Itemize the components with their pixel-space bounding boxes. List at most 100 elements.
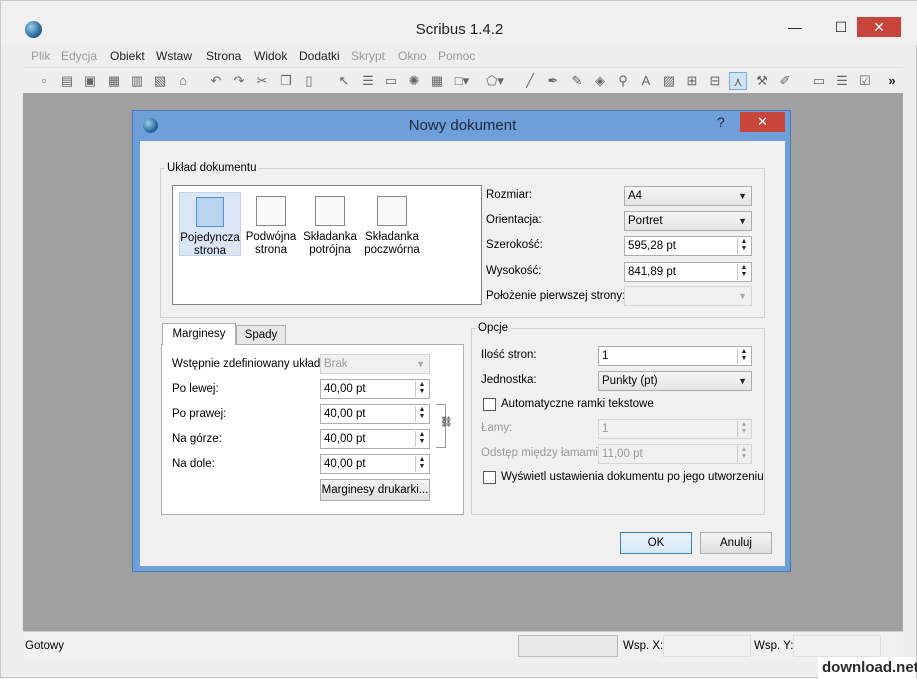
close-doc-icon[interactable]: ▦ xyxy=(105,72,123,90)
gap-spinbox[interactable]: 11,00 pt ▲ ▼ xyxy=(598,444,752,464)
spin-arrows-icon[interactable]: ▲ ▼ xyxy=(737,446,750,462)
spin-arrows-icon[interactable]: ▲ ▼ xyxy=(737,264,750,280)
undo-icon[interactable]: ↶ xyxy=(207,72,225,90)
chain-icon[interactable]: ⛓ xyxy=(440,417,453,428)
maximize-button[interactable]: ☐ xyxy=(827,17,855,37)
width-label: Szerokość: xyxy=(486,239,543,251)
dialog-help-button[interactable]: ? xyxy=(717,114,725,130)
toolbar: ▫ ▤ ▣ ▦ ▥ ▧ ⌂ ↶ ↷ ✂ ❐ ▯ ↖ ☰ ▭ ✺ ▦ □▾ ⬠▾ … xyxy=(23,67,903,93)
spin-arrows-icon[interactable]: ▲ ▼ xyxy=(415,456,428,472)
spin-arrows-icon[interactable]: ▲ ▼ xyxy=(415,406,428,422)
menu-pomoc[interactable]: Pomoc xyxy=(438,49,475,63)
layout-3-fold[interactable]: Składanka potrójna xyxy=(299,196,361,257)
pdf-icon[interactable]: ⌂ xyxy=(174,72,192,90)
margin-right-spinbox[interactable]: 40,00 pt ▲ ▼ xyxy=(320,404,430,424)
ok-button[interactable]: OK xyxy=(620,532,692,554)
copy-properties-icon[interactable]: ⚒ xyxy=(753,72,771,90)
menu-wstaw[interactable]: Wstaw xyxy=(156,49,192,63)
spin-arrows-icon[interactable]: ▲ ▼ xyxy=(415,431,428,447)
rotate-icon[interactable]: ◈ xyxy=(591,72,609,90)
menu-edycja[interactable]: Edycja xyxy=(61,49,97,63)
new-document-icon[interactable]: ▫ xyxy=(35,72,53,90)
unit-select[interactable]: Punkty (pt) ▼ xyxy=(598,371,752,391)
status-bar: Gotowy Wsp. X: Wsp. Y: xyxy=(23,631,903,661)
show-settings-checkbox[interactable] xyxy=(483,471,496,484)
menu-dodatki[interactable]: Dodatki xyxy=(299,49,340,63)
close-button[interactable]: ✕ xyxy=(857,17,901,37)
layout-facing-pages[interactable]: Podwójna strona xyxy=(240,196,302,257)
bezier-icon[interactable]: ✒ xyxy=(544,72,562,90)
coord-y-field xyxy=(793,635,881,657)
menu-skrypt[interactable]: Skrypt xyxy=(351,49,385,63)
columns-label: Łamy: xyxy=(481,422,513,434)
text-frame-icon[interactable]: ☰ xyxy=(359,72,377,90)
story-editor-icon[interactable]: ▨ xyxy=(660,72,678,90)
menu-plik[interactable]: Plik xyxy=(31,49,50,63)
menu-bar: Plik Edycja Obiekt Wstaw Strona Widok Do… xyxy=(23,45,903,67)
pdf-text-field-icon[interactable]: ☰ xyxy=(833,72,851,90)
menu-strona[interactable]: Strona xyxy=(206,49,241,63)
spin-arrows-icon[interactable]: ▲ ▼ xyxy=(737,238,750,254)
eyedropper-icon[interactable]: ✐ xyxy=(776,72,794,90)
margin-bottom-spinbox[interactable]: 40,00 pt ▲ ▼ xyxy=(320,454,430,474)
layout-4-fold[interactable]: Składanka poczwórna xyxy=(361,196,423,257)
width-spinbox[interactable]: 595,28 pt ▲ ▼ xyxy=(624,236,752,256)
dialog-body: Układ dokumentu Pojedyncza strona Podwój… xyxy=(140,141,785,566)
table-icon[interactable]: ▦ xyxy=(428,72,446,90)
line-icon[interactable]: ╱ xyxy=(521,72,539,90)
columns-spinbox[interactable]: 1 ▲ ▼ xyxy=(598,419,752,439)
save-icon[interactable]: ▣ xyxy=(81,72,99,90)
window-title: Scribus 1.4.2 xyxy=(415,21,504,38)
margin-top-spinbox[interactable]: 40,00 pt ▲ ▼ xyxy=(320,429,430,449)
preset-select[interactable]: Brak ▼ xyxy=(320,354,430,374)
paste-icon[interactable]: ▯ xyxy=(300,72,318,90)
spin-arrows-icon[interactable]: ▲ ▼ xyxy=(415,381,428,397)
zoom-field[interactable] xyxy=(518,635,618,657)
cut-icon[interactable]: ✂ xyxy=(253,72,271,90)
dialog-title: Nowy dokument xyxy=(408,117,517,134)
pages-spinbox[interactable]: 1 ▲ ▼ xyxy=(598,346,752,366)
tab-marginesy[interactable]: Marginesy xyxy=(162,323,236,345)
render-frame-icon[interactable]: ✺ xyxy=(405,72,423,90)
margin-left-spinbox[interactable]: 40,00 pt ▲ ▼ xyxy=(320,379,430,399)
menu-obiekt[interactable]: Obiekt xyxy=(110,49,145,63)
first-page-select[interactable]: ▼ xyxy=(624,286,752,306)
dialog-close-button[interactable]: ✕ xyxy=(740,112,785,132)
four-fold-icon xyxy=(377,196,407,226)
print-icon[interactable]: ▥ xyxy=(128,72,146,90)
copy-icon[interactable]: ❐ xyxy=(277,72,295,90)
pdf-checkbox-icon[interactable]: ☑ xyxy=(856,72,874,90)
cancel-button[interactable]: Anuluj xyxy=(700,532,772,554)
edit-text-icon[interactable]: A xyxy=(637,72,655,90)
preflight-icon[interactable]: ▧ xyxy=(151,72,169,90)
margin-right-label: Po prawej: xyxy=(172,408,227,420)
pdf-button-icon[interactable]: ▭ xyxy=(810,72,828,90)
minimize-button[interactable]: — xyxy=(781,17,809,37)
image-frame-icon[interactable]: ▭ xyxy=(382,72,400,90)
menu-okno[interactable]: Okno xyxy=(398,49,427,63)
spin-arrows-icon[interactable]: ▲ ▼ xyxy=(737,421,750,437)
measure-icon[interactable]: ⋏ xyxy=(729,72,747,90)
main-window: Scribus 1.4.2 — ☐ ✕ Plik Edycja Obiekt W… xyxy=(0,0,917,679)
tab-spady[interactable]: Spady xyxy=(236,325,286,345)
unit-label: Jednostka: xyxy=(481,374,537,386)
polygon-icon[interactable]: ⬠▾ xyxy=(486,72,504,90)
spin-arrows-icon[interactable]: ▲ ▼ xyxy=(737,348,750,364)
size-select[interactable]: A4 ▼ xyxy=(624,186,752,206)
menu-widok[interactable]: Widok xyxy=(254,49,287,63)
freehand-icon[interactable]: ✎ xyxy=(568,72,586,90)
printer-margins-button[interactable]: Marginesy drukarki... xyxy=(320,479,430,501)
orientation-select[interactable]: Portret ▼ xyxy=(624,211,752,231)
open-icon[interactable]: ▤ xyxy=(58,72,76,90)
auto-frames-checkbox[interactable] xyxy=(483,398,496,411)
unlink-frames-icon[interactable]: ⊟ xyxy=(706,72,724,90)
redo-icon[interactable]: ↷ xyxy=(230,72,248,90)
height-spinbox[interactable]: 841,89 pt ▲ ▼ xyxy=(624,262,752,282)
link-frames-icon[interactable]: ⊞ xyxy=(683,72,701,90)
layout-facing-label-1: Podwójna xyxy=(245,231,297,243)
zoom-icon[interactable]: ⚲ xyxy=(614,72,632,90)
select-icon[interactable]: ↖ xyxy=(335,72,353,90)
shape-icon[interactable]: □▾ xyxy=(453,72,471,90)
toolbar-more-icon[interactable]: » xyxy=(883,72,901,90)
layout-single-page[interactable]: Pojedyncza strona xyxy=(179,192,241,257)
